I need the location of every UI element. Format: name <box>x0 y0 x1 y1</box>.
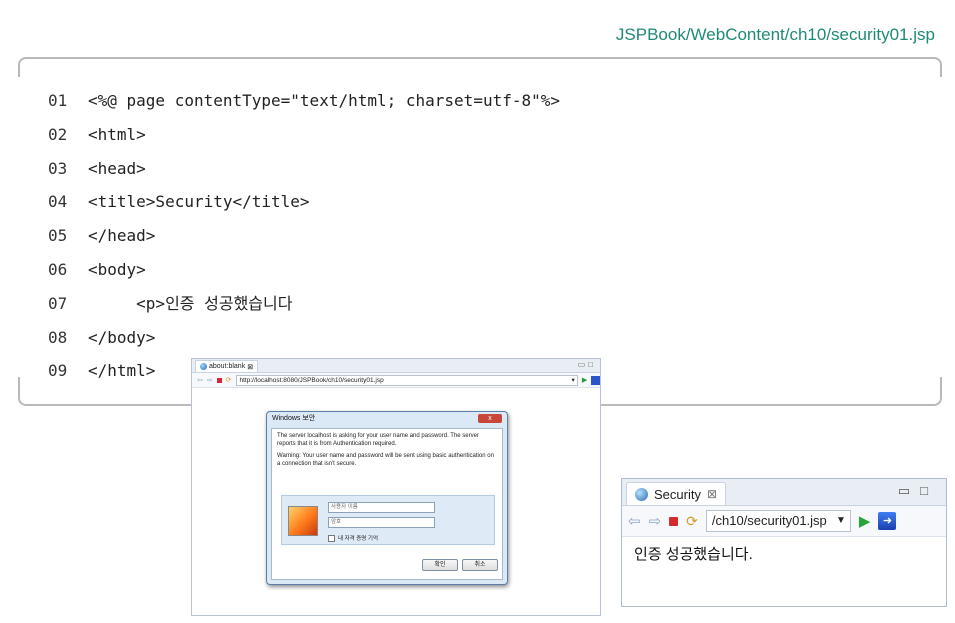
forward-arrow-icon[interactable]: ⇨ <box>207 376 213 384</box>
line-number: 04 <box>48 192 68 212</box>
browser-result-screenshot: Security ⊠ ▭□ ⇦ ⇨ ⟳ /ch10/security01.jsp… <box>621 478 947 607</box>
nav-bar: ⇦ ⇨ ⟳ http://localhost:8080/JSPBook/ch10… <box>192 373 600 388</box>
url-field[interactable]: http://localhost:8080/JSPBook/ch10/secur… <box>235 374 578 386</box>
code-text: </html> <box>88 361 156 381</box>
go-icon[interactable]: ▶ <box>859 512 871 530</box>
ok-button[interactable]: 확인 <box>422 559 458 571</box>
code-line: 03 <head> <box>48 152 560 186</box>
code-line: 07 <p>인증 성공했습니다 <box>48 287 560 321</box>
back-arrow-icon[interactable]: ⇦ <box>197 376 203 384</box>
dialog-title: Windows 보안 x <box>267 412 507 426</box>
checkbox[interactable] <box>328 534 335 542</box>
remember-credentials[interactable]: 내 자격 증명 기억 <box>328 534 378 542</box>
file-path: JSPBook/WebContent/ch10/security01.jsp <box>615 25 935 44</box>
code-line: 02 <html> <box>48 118 560 152</box>
dialog-message: The server localhost is asking for your … <box>277 433 479 447</box>
line-number: 02 <box>48 124 68 144</box>
code-line: 01 <%@ page contentType="text/html; chars… <box>48 84 560 118</box>
dropdown-icon[interactable]: ▾ <box>572 376 575 385</box>
nav-bar: ⇦ ⇨ ⟳ /ch10/security01.jsp ▼ ▶ ➜ <box>622 506 946 537</box>
close-icon[interactable]: ⊠ <box>707 487 717 501</box>
tab-about-blank[interactable]: about:blank ⊠ <box>195 360 259 372</box>
password-field[interactable]: 암호 <box>328 517 435 528</box>
globe-icon <box>200 363 207 370</box>
code-text: <title>Security</title> <box>88 192 310 212</box>
dialog-body: The server localhost is asking for your … <box>271 428 503 580</box>
refresh-icon[interactable]: ⟳ <box>226 376 232 384</box>
window-controls: ▭□ <box>898 483 938 499</box>
forward-arrow-icon[interactable]: ⇨ <box>649 512 662 530</box>
dialog-warning: Warning: Your user name and password wil… <box>277 453 494 467</box>
line-number: 03 <box>48 158 68 178</box>
close-icon[interactable]: ⊠ <box>247 363 253 371</box>
code-text: </body> <box>88 327 156 347</box>
tab-title: Security <box>654 486 701 502</box>
credential-panel: 사용자 이름 암호 내 자격 증명 기억 <box>281 495 495 545</box>
username-field[interactable]: 사용자 이름 <box>328 502 435 513</box>
user-avatar <box>288 506 318 536</box>
stop-icon[interactable] <box>216 377 222 383</box>
globe-icon <box>635 487 648 501</box>
browser-icon[interactable] <box>591 375 600 385</box>
code-text: <html> <box>88 124 146 144</box>
code-text: </head> <box>88 226 156 246</box>
tab-bar: about:blank ⊠ ▭□ <box>192 359 600 373</box>
dialog-close-button[interactable]: x <box>478 414 502 423</box>
code-line: 06 <body> <box>48 253 560 287</box>
minimize-icon[interactable]: ▭ <box>898 483 920 498</box>
auth-dialog: Windows 보안 x The server localhost is ask… <box>266 411 508 585</box>
maximize-icon[interactable]: □ <box>920 483 938 498</box>
dropdown-icon[interactable]: ▼ <box>836 511 846 531</box>
line-number: 09 <box>48 361 68 381</box>
page-content: 인증 성공했습니다. <box>634 546 753 563</box>
tab-title: about:blank <box>209 363 246 370</box>
code-text: <head> <box>88 158 146 178</box>
url-field[interactable]: /ch10/security01.jsp ▼ <box>705 510 851 532</box>
code-line: 05 </head> <box>48 219 560 253</box>
window-controls: ▭□ <box>578 360 596 369</box>
refresh-icon[interactable]: ⟳ <box>686 513 698 530</box>
browser-icon[interactable]: ➜ <box>878 512 897 530</box>
code-listing: 01 <%@ page contentType="text/html; chars… <box>48 84 560 388</box>
line-number: 05 <box>48 226 68 246</box>
line-number: 01 <box>48 91 68 110</box>
go-icon[interactable]: ▶ <box>582 376 587 384</box>
back-arrow-icon[interactable]: ⇦ <box>628 512 641 530</box>
cancel-button[interactable]: 취소 <box>462 559 498 571</box>
line-number: 08 <box>48 327 68 347</box>
code-text: <body> <box>88 259 146 279</box>
code-line: 04 <title>Security</title> <box>48 185 560 219</box>
maximize-icon[interactable]: □ <box>588 360 596 369</box>
tab-security[interactable]: Security ⊠ <box>626 482 727 505</box>
line-number: 06 <box>48 259 68 279</box>
stop-icon[interactable] <box>669 516 679 526</box>
line-number: 07 <box>48 293 68 313</box>
browser-login-screenshot: about:blank ⊠ ▭□ ⇦ ⇨ ⟳ http://localhost:… <box>191 358 601 616</box>
code-line: 08 </body> <box>48 321 560 355</box>
code-text: <p>인증 성공했습니다 <box>88 293 293 313</box>
tab-bar: Security ⊠ ▭□ <box>622 479 946 506</box>
code-text: <%@ page contentType="text/html; charset… <box>88 91 561 110</box>
minimize-icon[interactable]: ▭ <box>578 360 589 369</box>
